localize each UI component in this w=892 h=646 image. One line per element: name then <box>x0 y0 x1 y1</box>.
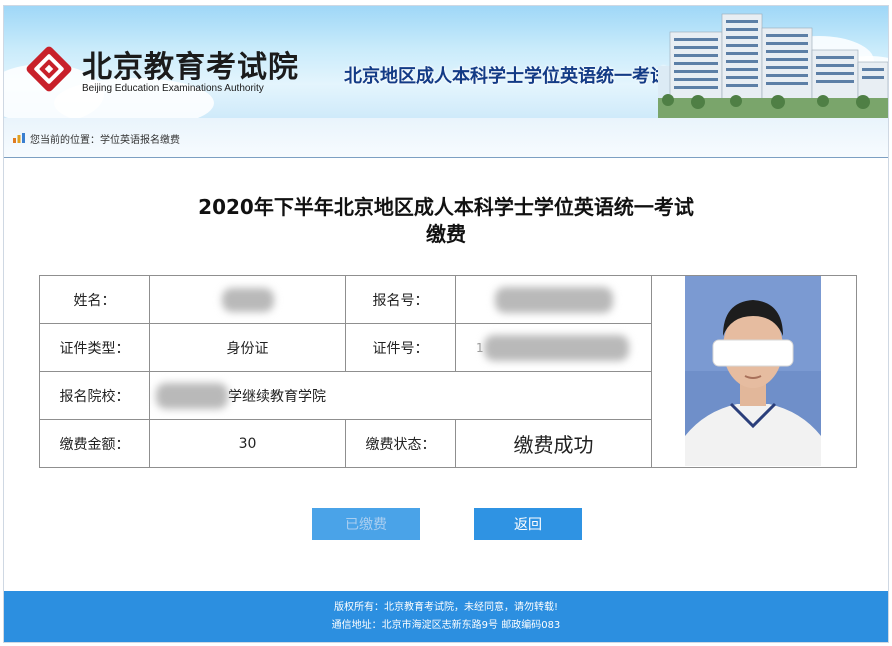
logo: 北京教育考试院 Beijing Education Examinations A… <box>24 42 314 102</box>
system-title: 北京地区成人本科学士学位英语统一考试缴费 <box>344 66 704 87</box>
breadcrumb: 您当前的位置：学位英语报名缴费 <box>4 118 888 158</box>
portrait-image <box>685 276 821 466</box>
table-row: 姓名： 报名号： <box>39 275 857 468</box>
applicant-photo <box>685 276 821 466</box>
bar-chart-icon <box>13 133 25 143</box>
photo-cell <box>651 275 857 468</box>
header-banner: 北京教育考试院 Beijing Education Examinations A… <box>4 6 888 118</box>
page-title: 2020年下半年北京地区成人本科学士学位英语统一考试 缴费 <box>4 194 888 248</box>
school-name-text: 学继续教育学院 <box>228 388 326 405</box>
fee-label: 缴费金额： <box>39 419 150 468</box>
name-label: 姓名： <box>39 275 150 324</box>
school-name-redacted <box>156 382 228 409</box>
status-label: 缴费状态： <box>345 419 456 468</box>
footer: 版权所有：北京教育考试院，未经同意，请勿转载! 通信地址：北京市海淀区志新东路9… <box>4 591 888 642</box>
id-no-prefix: 1 <box>476 340 484 355</box>
id-no-label: 证件号： <box>345 323 456 372</box>
logo-mark-icon <box>26 46 72 92</box>
footer-address: 通信地址：北京市海淀区志新东路9号 邮政编码083 <box>331 620 561 631</box>
page-title-line2: 缴费 <box>426 222 466 246</box>
name-redacted <box>221 287 274 312</box>
logo-english-name: Beijing Education Examinations Authority <box>82 83 264 94</box>
payment-info-table: 姓名： 报名号： 证件类型： 身份证 证件号： 1 报名院校： 学继续教育学院 … <box>39 275 857 468</box>
payment-status: 缴费成功 <box>455 419 652 468</box>
id-no-value: 1 <box>455 323 652 372</box>
breadcrumb-text: 您当前的位置：学位英语报名缴费 <box>30 135 180 146</box>
back-button[interactable]: 返回 <box>474 508 582 540</box>
page-title-line1: 2020年下半年北京地区成人本科学士学位英语统一考试 <box>198 195 694 219</box>
id-type-value: 身份证 <box>149 323 346 372</box>
reg-no-value <box>455 275 652 324</box>
id-type-label: 证件类型： <box>39 323 150 372</box>
name-value <box>149 275 346 324</box>
school-value: 学继续教育学院 <box>149 371 652 420</box>
school-label: 报名院校： <box>39 371 150 420</box>
id-no-redacted <box>483 334 629 361</box>
paid-button[interactable]: 已缴费 <box>312 508 420 540</box>
footer-copyright: 版权所有：北京教育考试院，未经同意，请勿转载! <box>333 602 558 613</box>
fee-value: 30 <box>149 419 346 468</box>
logo-chinese-name: 北京教育考试院 <box>82 50 299 85</box>
reg-no-label: 报名号： <box>345 275 456 324</box>
page-frame: 北京教育考试院 Beijing Education Examinations A… <box>3 5 889 643</box>
building-illustration <box>658 13 888 118</box>
reg-no-redacted <box>494 286 613 313</box>
